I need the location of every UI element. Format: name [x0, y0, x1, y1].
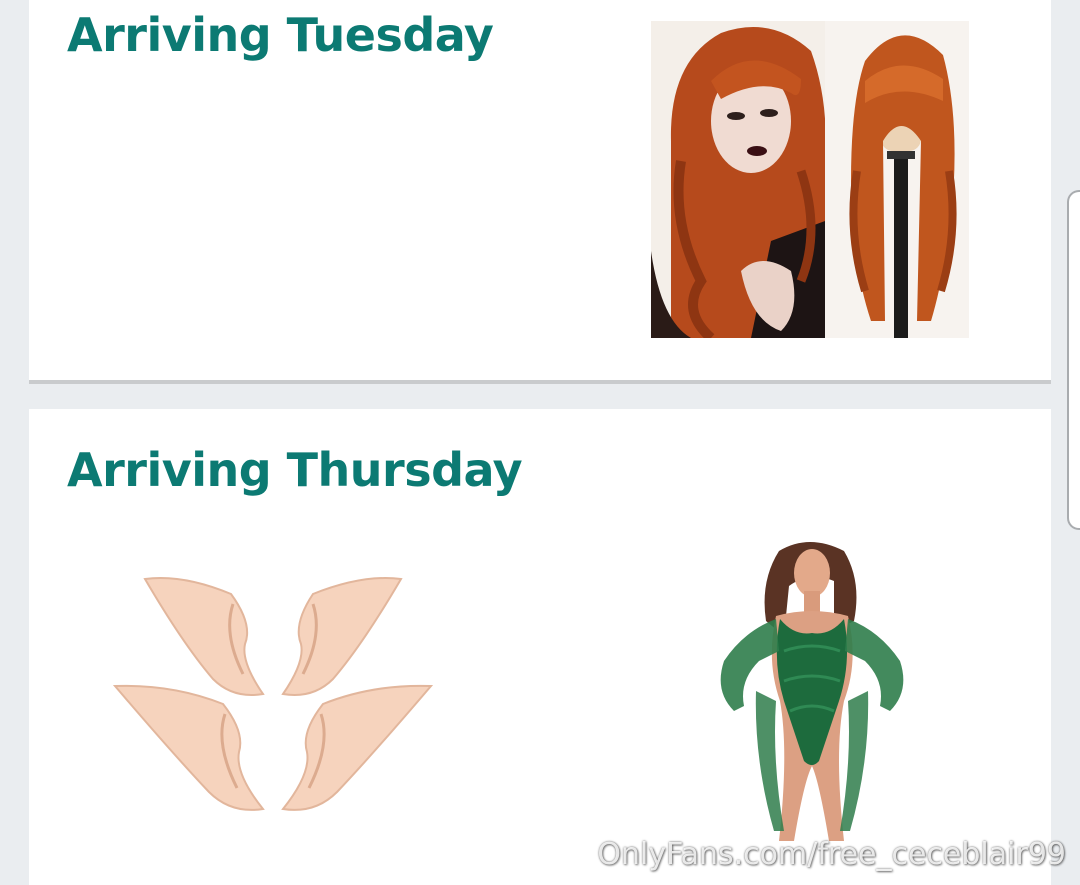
product-image-green-bodysuit[interactable] — [684, 541, 934, 841]
delivery-card-tuesday: Arriving Tuesday — [29, 0, 1051, 384]
product-image-wig[interactable] — [651, 21, 969, 338]
delivery-heading-thursday: Arriving Thursday — [67, 443, 523, 497]
delivery-card-thursday: Arriving Thursday — [29, 409, 1051, 885]
product-image-elf-ears[interactable] — [113, 574, 433, 824]
scrollbar-handle[interactable] — [1067, 190, 1080, 530]
delivery-heading-tuesday: Arriving Tuesday — [67, 8, 494, 62]
wig-image — [651, 21, 969, 338]
elf-ears-image — [113, 577, 433, 811]
watermark-text: OnlyFans.com/free_ceceblair99 — [597, 837, 1066, 872]
bodysuit-image — [684, 541, 934, 841]
